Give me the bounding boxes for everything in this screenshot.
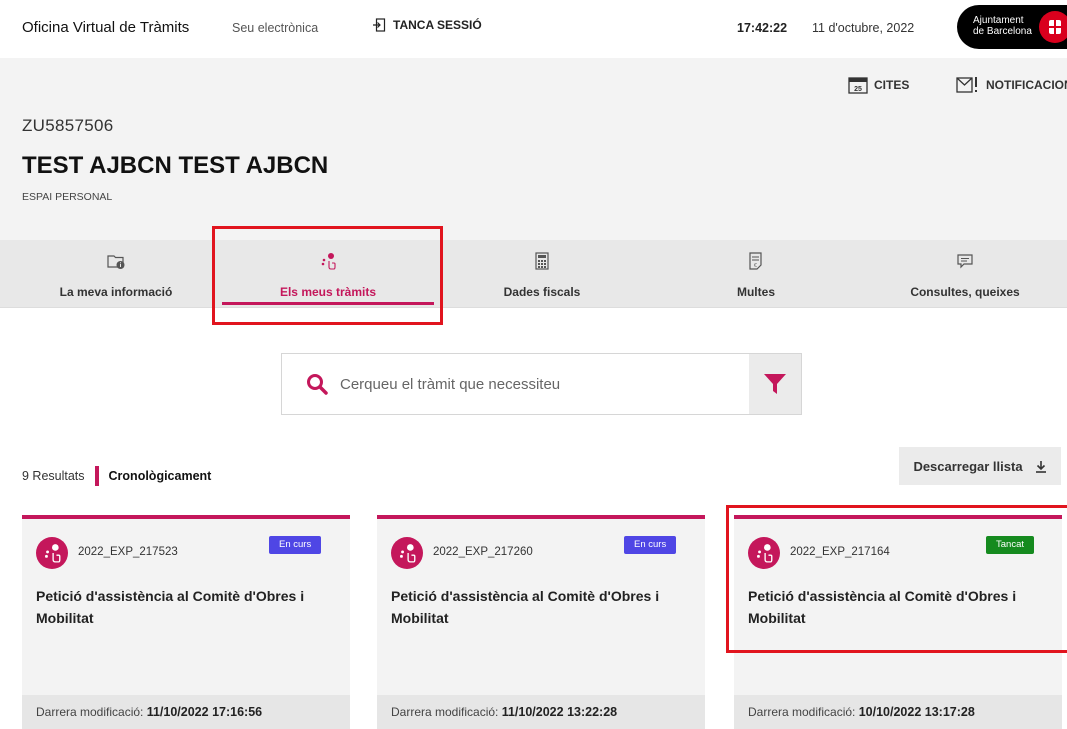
results-summary: 9 Resultats Cronològicament bbox=[22, 466, 211, 486]
filter-button[interactable] bbox=[749, 354, 801, 414]
search-icon bbox=[307, 374, 328, 395]
chat-bubble-icon bbox=[957, 254, 973, 269]
notificacions-link[interactable]: NOTIFICACIONS bbox=[956, 76, 1067, 94]
modified-label: Darrera modificació: bbox=[748, 705, 856, 719]
procedure-title[interactable]: Petició d'assistència al Comitè d'Obres … bbox=[391, 585, 691, 629]
card-footer: Darrera modificació: 11/10/2022 13:22:28 bbox=[377, 695, 705, 729]
modified-label: Darrera modificació: bbox=[36, 705, 144, 719]
app-title[interactable]: Oficina Virtual de Tràmits bbox=[22, 19, 189, 36]
cites-link[interactable]: 25 CITES bbox=[848, 76, 909, 94]
ajuntament-logo[interactable]: Ajuntament de Barcelona bbox=[957, 5, 1067, 49]
card-footer: Darrera modificació: 11/10/2022 17:16:56 bbox=[22, 695, 350, 729]
svg-text:€: € bbox=[754, 263, 757, 269]
logout-icon bbox=[373, 18, 386, 32]
status-badge: En curs bbox=[269, 536, 322, 554]
procedure-code: 2022_EXP_217260 bbox=[433, 546, 533, 558]
current-date: 11 d'octubre, 2022 bbox=[812, 21, 915, 35]
fine-document-icon: € bbox=[749, 252, 762, 270]
procedure-code: 2022_EXP_217523 bbox=[78, 546, 178, 558]
notificacions-label: NOTIFICACIONS bbox=[986, 78, 1067, 92]
modified-label: Darrera modificació: bbox=[391, 705, 499, 719]
modified-value: 11/10/2022 17:16:56 bbox=[146, 705, 263, 719]
procedure-card[interactable]: 2022_EXP_217260 En curs Petició d'assist… bbox=[377, 515, 705, 729]
folder-info-icon bbox=[107, 255, 125, 269]
tab-label: Consultes, queixes bbox=[910, 285, 1020, 299]
highlight-frame-tab bbox=[212, 226, 443, 325]
separator-bar bbox=[94, 466, 99, 486]
highlight-frame-card bbox=[726, 505, 1067, 653]
current-time: 17:42:22 bbox=[737, 21, 788, 35]
search-box bbox=[281, 353, 802, 415]
user-id: ZU5857506 bbox=[22, 116, 114, 135]
procedure-avatar-icon bbox=[36, 537, 68, 569]
search-input[interactable] bbox=[340, 371, 740, 397]
procedure-title[interactable]: Petició d'assistència al Comitè d'Obres … bbox=[36, 585, 336, 629]
card-footer: Darrera modificació: 10/10/2022 13:17:28 bbox=[734, 695, 1062, 729]
calendar-icon: 25 bbox=[848, 77, 868, 94]
logo-line1: Ajuntament bbox=[973, 15, 1024, 26]
tab-multes[interactable]: € Multes bbox=[660, 240, 852, 308]
profile-header: 25 CITES NOTIFICACIONS ZU5857506 TEST AJ… bbox=[0, 58, 1067, 240]
seu-electronica-link[interactable]: Seu electrònica bbox=[232, 21, 318, 35]
status-badge: En curs bbox=[624, 536, 677, 554]
logo-line2: de Barcelona bbox=[973, 26, 1032, 37]
download-list-button[interactable]: Descarregar llista bbox=[899, 447, 1061, 485]
cites-label: CITES bbox=[874, 78, 910, 92]
procedure-card[interactable]: 2022_EXP_217523 En curs Petició d'assist… bbox=[22, 515, 350, 729]
filter-icon bbox=[764, 374, 786, 394]
procedure-avatar-icon bbox=[391, 537, 423, 569]
download-label: Descarregar llista bbox=[913, 458, 1023, 474]
logout-label: TANCA SESSIÓ bbox=[393, 18, 482, 32]
tab-label: La meva informació bbox=[59, 285, 173, 299]
tab-dades-fiscals[interactable]: Dades fiscals bbox=[446, 240, 638, 308]
results-count: 9 Resultats bbox=[22, 469, 85, 483]
user-name: TEST AJBCN TEST AJBCN bbox=[22, 152, 329, 179]
download-icon bbox=[1035, 460, 1046, 473]
modified-value: 10/10/2022 13:17:28 bbox=[858, 705, 975, 719]
barcelona-shield-icon bbox=[1039, 11, 1067, 43]
logout-button[interactable]: TANCA SESSIÓ bbox=[372, 18, 482, 32]
sort-order[interactable]: Cronològicament bbox=[109, 469, 212, 483]
space-label: ESPAI PERSONAL bbox=[22, 191, 113, 203]
top-bar: Oficina Virtual de Tràmits Seu electròni… bbox=[0, 0, 1067, 58]
tab-label: Multes bbox=[736, 285, 775, 299]
calculator-icon bbox=[535, 252, 549, 270]
notification-icon bbox=[956, 77, 977, 93]
tab-consultes-queixes[interactable]: Consultes, queixes bbox=[870, 240, 1060, 308]
main-tabs: La meva informació Els meus tràmits Dade… bbox=[0, 240, 1067, 308]
modified-value: 11/10/2022 13:22:28 bbox=[501, 705, 618, 719]
tab-label: Dades fiscals bbox=[503, 285, 581, 299]
tab-la-meva-informacio[interactable]: La meva informació bbox=[22, 240, 210, 308]
svg-text:25: 25 bbox=[854, 86, 862, 93]
